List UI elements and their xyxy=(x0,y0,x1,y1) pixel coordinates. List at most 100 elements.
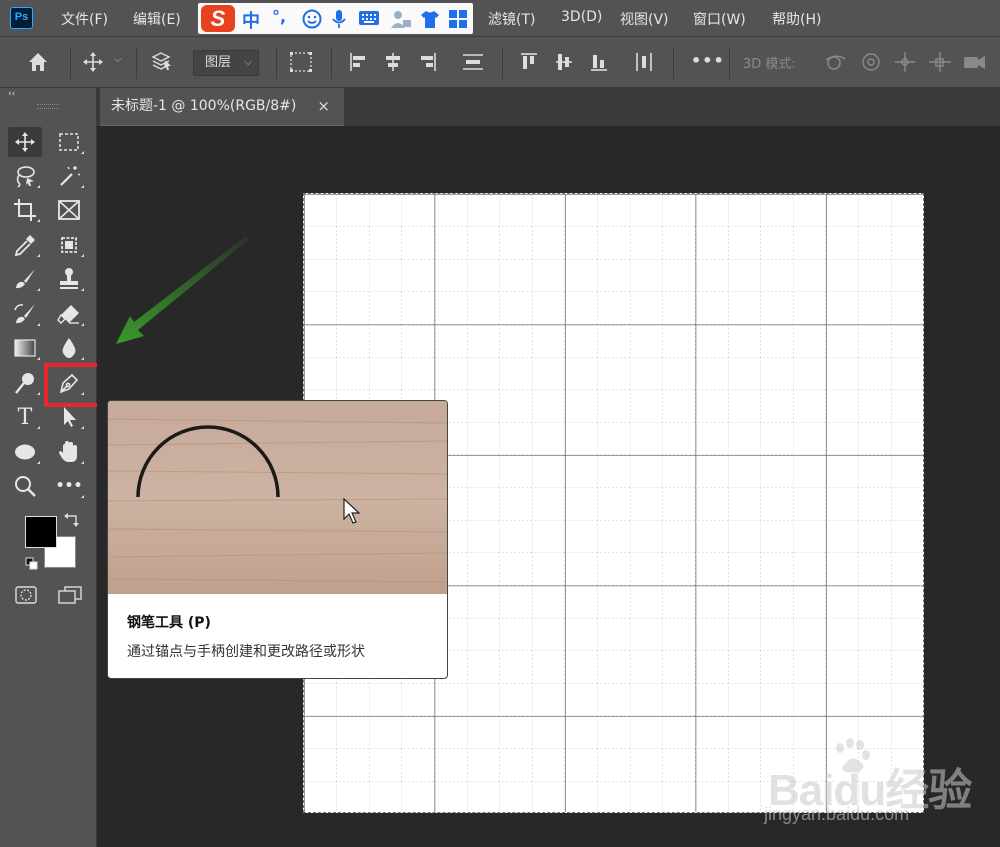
ime-punct-toggle[interactable]: °, xyxy=(272,7,286,26)
3d-mode-label: 3D 模式: xyxy=(743,57,796,72)
healing-brush-icon xyxy=(61,237,77,253)
ime-lang-toggle[interactable]: 中 xyxy=(242,7,260,33)
marquee-icon xyxy=(59,133,79,151)
menu-filter[interactable]: 滤镜(T) xyxy=(488,9,535,29)
eraser-icon xyxy=(57,305,79,324)
menu-file[interactable]: 文件(F) xyxy=(61,9,108,29)
align-bottom-icon[interactable] xyxy=(589,51,609,73)
align-left-icon[interactable] xyxy=(348,51,368,73)
microphone-icon[interactable] xyxy=(330,9,348,29)
gradient-tool[interactable] xyxy=(8,333,42,363)
menu-3d[interactable]: 3D(D) xyxy=(561,9,602,25)
healing-brush-tool[interactable] xyxy=(52,230,86,260)
align-right-icon[interactable] xyxy=(418,51,438,73)
emoji-icon[interactable] xyxy=(302,9,322,29)
gradient-icon xyxy=(14,339,36,357)
screen-mode-icon[interactable] xyxy=(57,585,83,605)
quick-mask-icon[interactable] xyxy=(14,585,38,605)
dodge-tool[interactable] xyxy=(8,368,42,398)
menu-bar: Ps 文件(F) 编辑(E) S 中 °, 滤镜(T) 3D(D) 视图(V) … xyxy=(0,0,1000,36)
align-horizontal-center-icon[interactable] xyxy=(383,51,403,73)
tooltip-preview-image xyxy=(108,401,447,594)
transform-controls-icon[interactable] xyxy=(289,51,313,73)
distribute-horizontal-icon[interactable] xyxy=(634,51,654,73)
home-icon[interactable] xyxy=(27,51,49,73)
eyedropper-icon xyxy=(14,235,35,257)
photoshop-window: Ps 文件(F) 编辑(E) S 中 °, 滤镜(T) 3D(D) 视图(V) … xyxy=(0,0,1000,847)
annotation-arrow xyxy=(116,236,248,344)
3d-orbit-icon[interactable] xyxy=(823,51,849,73)
magic-wand-tool[interactable] xyxy=(52,161,86,191)
move-icon[interactable] xyxy=(82,51,104,73)
frame-tool[interactable] xyxy=(52,195,86,225)
app-logo: Ps xyxy=(10,7,33,29)
toolbox-grid-icon[interactable] xyxy=(448,9,468,29)
menu-window[interactable]: 窗口(W) xyxy=(693,9,746,29)
align-top-icon[interactable] xyxy=(519,51,539,73)
more-tools[interactable]: ••• xyxy=(52,471,86,501)
auto-select-target-dropdown[interactable]: 图层 ⌵ xyxy=(193,50,259,76)
swap-colors-icon[interactable] xyxy=(64,512,80,528)
menu-view[interactable]: 视图(V) xyxy=(620,9,669,29)
frame-icon xyxy=(58,200,80,220)
separator xyxy=(70,47,71,79)
hand-tool[interactable] xyxy=(52,437,86,467)
3d-roll-icon[interactable] xyxy=(860,51,882,73)
magic-wand-icon xyxy=(60,166,81,186)
dodge-icon xyxy=(15,373,34,394)
3d-pan-icon[interactable] xyxy=(894,51,916,73)
eraser-tool[interactable] xyxy=(52,299,86,329)
separator xyxy=(331,47,332,79)
path-selection-tool[interactable] xyxy=(52,402,86,432)
stamp-tool[interactable] xyxy=(52,264,86,294)
zoom-icon xyxy=(15,476,36,497)
lasso-tool[interactable] xyxy=(8,161,42,191)
crop-icon xyxy=(14,199,36,221)
blur-icon xyxy=(62,338,76,358)
blur-tool[interactable] xyxy=(52,333,86,363)
history-brush-tool[interactable] xyxy=(8,299,42,329)
separator xyxy=(729,47,730,79)
brush-tool[interactable] xyxy=(8,264,42,294)
align-vertical-center-icon[interactable] xyxy=(554,51,574,73)
3d-camera-icon[interactable] xyxy=(962,51,988,73)
watermark-url: jingyan.baidu.com xyxy=(764,804,910,824)
history-brush-icon xyxy=(14,304,35,324)
ellipse-tool[interactable] xyxy=(8,437,42,467)
3d-slide-icon[interactable] xyxy=(928,51,952,73)
skin-shirt-icon[interactable] xyxy=(420,9,440,29)
pen-tool-highlight-box xyxy=(44,363,103,407)
type-tool[interactable]: T xyxy=(8,402,42,432)
chevron-down-icon[interactable]: ⌵ xyxy=(114,54,122,65)
move-tool[interactable] xyxy=(8,127,42,157)
collapse-panel-icon[interactable]: ‹‹ xyxy=(8,89,15,99)
keyboard-icon[interactable] xyxy=(358,9,380,27)
auto-select-layers-icon[interactable] xyxy=(150,51,174,73)
zoom-tool[interactable] xyxy=(8,471,42,501)
menu-help[interactable]: 帮助(H) xyxy=(772,9,821,29)
foreground-color-swatch[interactable] xyxy=(25,516,57,548)
separator xyxy=(136,47,137,79)
distribute-vertical-icon[interactable] xyxy=(461,51,485,73)
stamp-icon xyxy=(60,268,78,289)
default-colors-icon[interactable] xyxy=(25,557,39,571)
type-icon: T xyxy=(17,404,33,430)
document-tab[interactable]: 未标题-1 @ 100%(RGB/8#) × xyxy=(100,88,344,126)
eyedropper-tool[interactable] xyxy=(8,230,42,260)
separator xyxy=(673,47,674,79)
tooltip-description: 通过锚点与手柄创建和更改路径或形状 xyxy=(127,644,365,660)
user-settings-icon[interactable] xyxy=(390,9,412,29)
menu-edit[interactable]: 编辑(E) xyxy=(133,9,181,29)
crop-tool[interactable] xyxy=(8,195,42,225)
path-selection-icon xyxy=(64,407,76,427)
ellipse-icon xyxy=(15,444,35,460)
more-options-icon[interactable]: ••• xyxy=(691,51,725,70)
close-tab-icon[interactable]: × xyxy=(317,88,330,124)
ime-logo[interactable]: S xyxy=(201,5,235,32)
tooltip-title: 钢笔工具 (P) xyxy=(127,615,211,631)
separator xyxy=(276,47,277,79)
marquee-tool[interactable] xyxy=(52,127,86,157)
panel-grip[interactable] xyxy=(37,104,59,109)
options-bar: ⌵ 图层 ⌵ ••• 3D 模式: xyxy=(0,36,1000,88)
move-icon xyxy=(15,132,35,152)
